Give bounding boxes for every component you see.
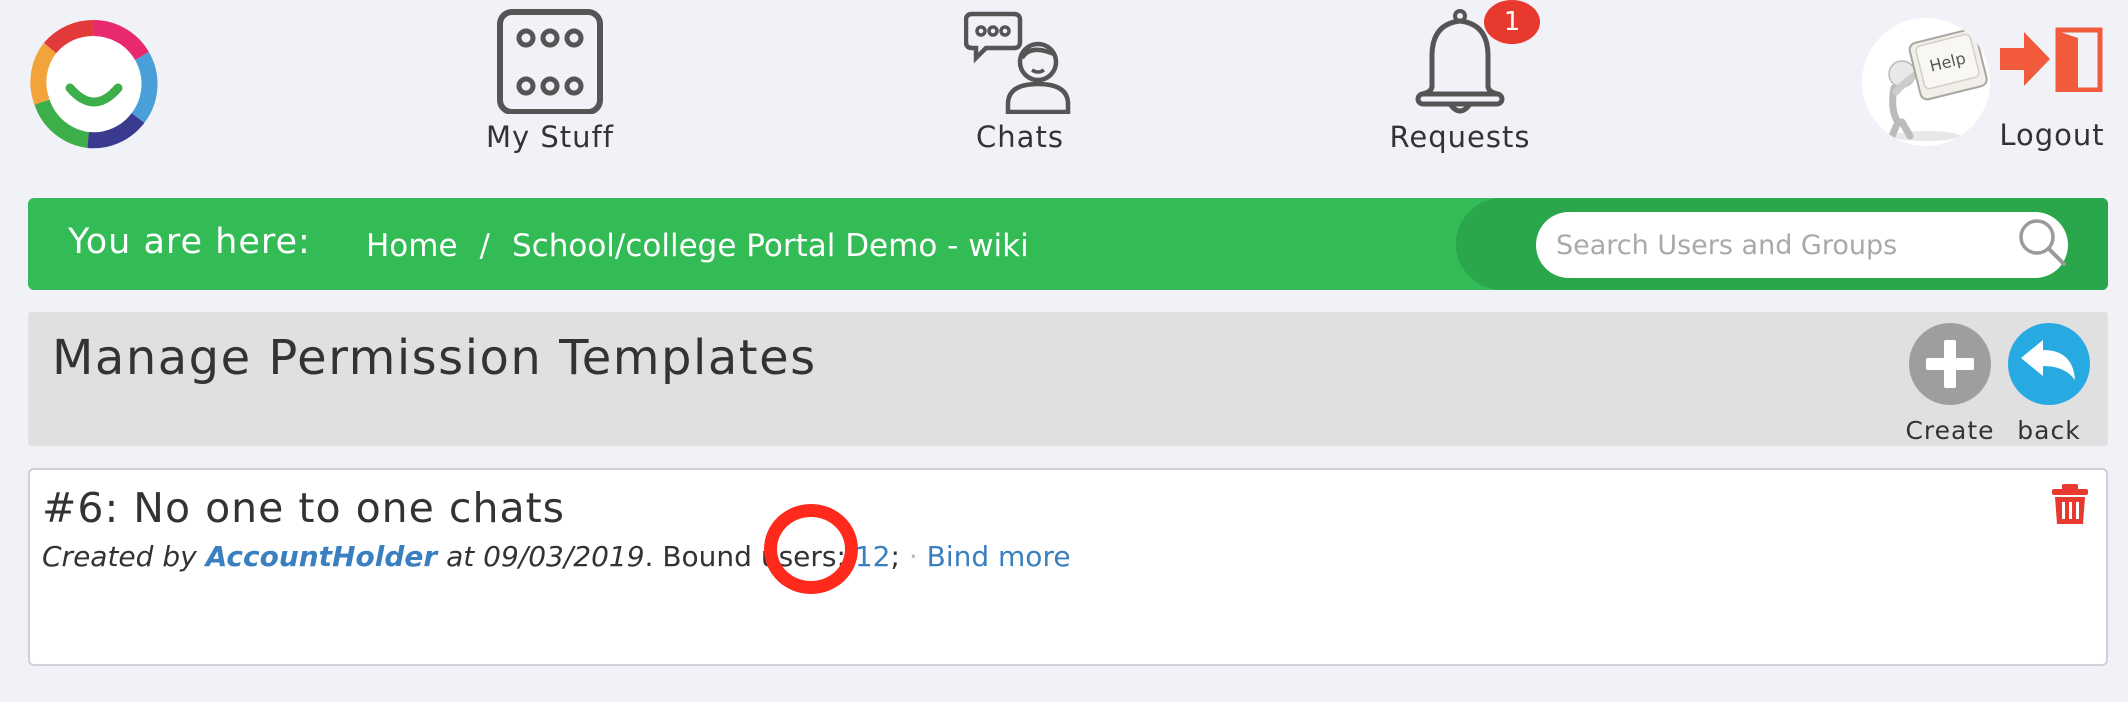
created-date: at 09/03/2019: [446, 540, 645, 573]
dice-icon: [497, 9, 603, 115]
logout-button[interactable]: Logout: [1996, 26, 2108, 152]
nav-my-stuff-label: My Stuff: [486, 120, 614, 154]
requests-count-badge: 1: [1484, 0, 1540, 44]
nav-requests-label: Requests: [1389, 120, 1531, 154]
help-figure-icon: Help: [1888, 28, 1988, 141]
meta-separator: ;: [890, 540, 900, 573]
breadcrumb: Home / School/college Portal Demo - wiki: [366, 228, 1029, 264]
top-navigation: My Stuff Chats Requests 1 Help Logout: [0, 0, 2128, 170]
created-by-label: Created by: [42, 540, 197, 573]
search-area: [1456, 198, 2108, 290]
nav-my-stuff[interactable]: My Stuff: [470, 8, 630, 154]
highlight-annotation-circle: [764, 504, 858, 594]
page-header-panel: Manage Permission Templates Create back: [28, 312, 2108, 446]
search-icon[interactable]: [2014, 214, 2070, 270]
nav-chats-label: Chats: [976, 120, 1064, 154]
bullet-separator: ·: [908, 540, 918, 573]
logo[interactable]: [28, 18, 160, 150]
breadcrumb-separator: /: [479, 228, 490, 264]
breadcrumb-bar: You are here: Home / School/college Portal…: [28, 198, 2108, 290]
back-arrow-icon: [2008, 323, 2090, 405]
plus-icon: [1909, 323, 1991, 405]
create-label: Create: [1905, 416, 1995, 445]
search-input[interactable]: [1536, 212, 2068, 278]
chat-person-icon: [963, 11, 1071, 115]
permission-template-card: #6: No one to one chats Created by Accou…: [28, 468, 2108, 666]
logout-icon: [2000, 27, 2103, 93]
back-button[interactable]: back: [2003, 322, 2095, 445]
breadcrumb-title: You are here:: [68, 222, 311, 262]
back-label: back: [2017, 416, 2081, 445]
create-button[interactable]: Create: [1904, 322, 1996, 445]
trash-icon[interactable]: [2048, 482, 2092, 526]
breadcrumb-current[interactable]: School/college Portal Demo - wiki: [512, 228, 1029, 264]
author-link[interactable]: AccountHolder: [206, 540, 438, 573]
help-button[interactable]: Help: [1862, 18, 1990, 146]
nav-chats[interactable]: Chats: [930, 8, 1110, 154]
breadcrumb-home-link[interactable]: Home: [366, 228, 458, 264]
template-title: #6: No one to one chats: [42, 484, 566, 532]
bind-more-link[interactable]: Bind more: [927, 540, 1071, 573]
bound-users-count-link[interactable]: 12: [855, 540, 891, 573]
template-meta: Created by AccountHolder at 09/03/2019. …: [42, 540, 1071, 573]
logout-label: Logout: [1999, 118, 2105, 152]
page-title: Manage Permission Templates: [52, 330, 817, 386]
